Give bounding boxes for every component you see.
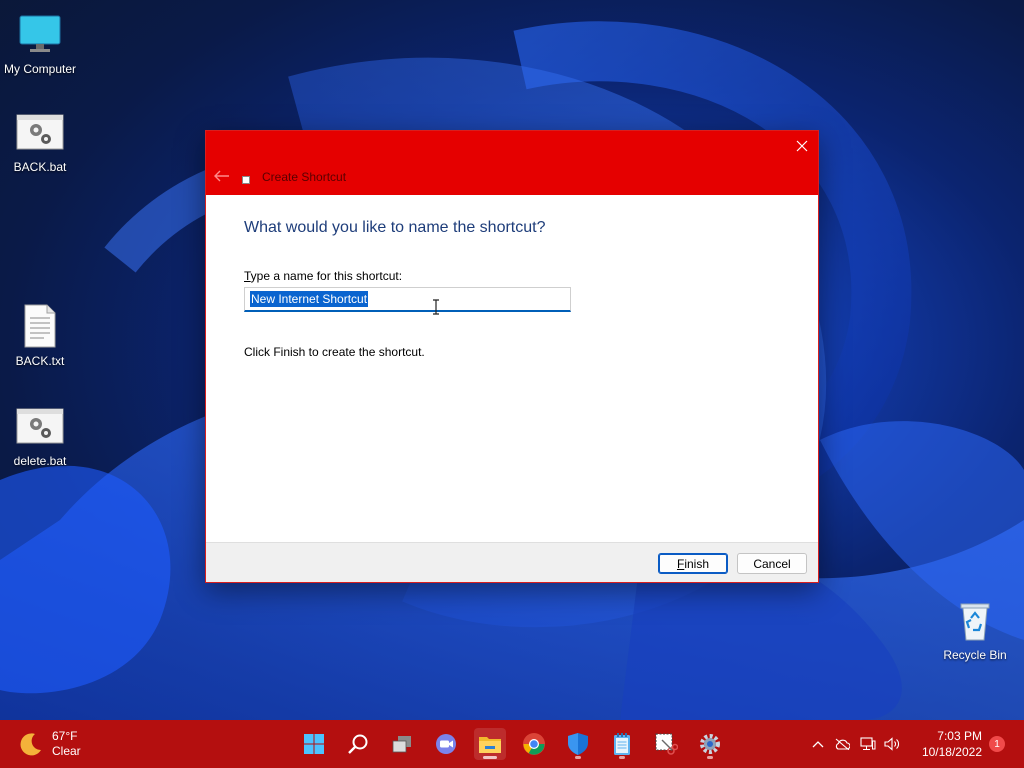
finish-button[interactable]: Finish bbox=[658, 553, 728, 574]
text-file-icon bbox=[16, 302, 64, 350]
task-view-icon bbox=[392, 736, 411, 753]
taskbar-start-button[interactable] bbox=[298, 728, 330, 760]
dialog-footer: Finish Cancel bbox=[206, 542, 818, 582]
show-hidden-icons-button[interactable] bbox=[810, 736, 826, 752]
speaker-icon bbox=[884, 737, 899, 751]
system-tray: 7:03 PM 10/18/2022 1 bbox=[804, 720, 1024, 768]
start-icon bbox=[304, 734, 324, 754]
running-indicator bbox=[707, 756, 713, 759]
dialog-heading: What would you like to name the shortcut… bbox=[244, 219, 546, 236]
close-button[interactable] bbox=[786, 131, 818, 161]
teams-chat-icon bbox=[436, 734, 456, 754]
taskbar: 67°F Clear 7:03 PM 10/18/2022 1 bbox=[0, 720, 1024, 768]
shortcut-name-label: Type a name for this shortcut: bbox=[244, 269, 402, 283]
taskbar-chat-button[interactable] bbox=[430, 728, 462, 760]
settings-icon bbox=[700, 734, 720, 754]
finish-hint: Click Finish to create the shortcut. bbox=[244, 345, 425, 359]
button-label: inish bbox=[684, 556, 710, 571]
weather-temp: 67°F bbox=[52, 729, 78, 743]
notification-badge[interactable]: 1 bbox=[989, 736, 1005, 752]
running-indicator bbox=[483, 756, 497, 759]
taskbar-file-explorer-button[interactable] bbox=[474, 728, 506, 760]
snipping-tool-icon bbox=[655, 733, 678, 755]
desktop-icon-my-computer[interactable]: My Computer bbox=[0, 10, 80, 76]
taskbar-search-button[interactable] bbox=[342, 728, 374, 760]
text-cursor-icon bbox=[432, 299, 440, 315]
weather-widget[interactable]: 67°F Clear bbox=[18, 728, 81, 760]
taskbar-notepad-button[interactable] bbox=[606, 728, 638, 760]
label-text: ype a name for this shortcut: bbox=[250, 269, 403, 283]
onedrive-tray-button[interactable] bbox=[834, 736, 850, 752]
dialog-title: Create Shortcut bbox=[262, 170, 347, 184]
running-indicator bbox=[619, 756, 625, 759]
cancel-button[interactable]: Cancel bbox=[737, 553, 807, 574]
weather-condition: Clear bbox=[52, 744, 81, 758]
taskbar-settings-button[interactable] bbox=[694, 728, 726, 760]
desktop-icon-label: BACK.txt bbox=[15, 354, 65, 368]
chevron-up-icon bbox=[812, 741, 824, 748]
batch-file-icon bbox=[16, 108, 64, 156]
running-indicator bbox=[575, 756, 581, 759]
file-explorer-icon bbox=[479, 737, 501, 753]
close-icon bbox=[796, 140, 808, 152]
taskbar-chrome-button[interactable] bbox=[518, 728, 550, 760]
selected-text: New Internet Shortcut bbox=[250, 291, 369, 307]
desktop-icon-back-txt[interactable]: BACK.txt bbox=[0, 302, 80, 368]
search-icon bbox=[348, 734, 368, 754]
desktop-icon-label: Recycle Bin bbox=[943, 648, 1007, 662]
moon-icon bbox=[20, 733, 41, 756]
back-button[interactable] bbox=[214, 169, 230, 182]
desktop-icon-label: delete.bat bbox=[13, 454, 67, 468]
clock[interactable]: 7:03 PM 10/18/2022 bbox=[922, 728, 982, 760]
desktop-icon-label: My Computer bbox=[3, 62, 77, 76]
network-icon bbox=[860, 737, 876, 750]
desktop-icon-label: BACK.bat bbox=[13, 160, 67, 174]
access-key: F bbox=[676, 556, 685, 571]
shortcut-name-input[interactable]: New Internet Shortcut bbox=[244, 287, 571, 312]
desktop-icon-delete-bat[interactable]: delete.bat bbox=[0, 402, 80, 468]
clock-time: 7:03 PM bbox=[937, 729, 982, 743]
taskbar-snipping-tool-button[interactable] bbox=[650, 728, 682, 760]
taskbar-security-button[interactable] bbox=[562, 728, 594, 760]
create-shortcut-dialog: Create Shortcut What would you like to n… bbox=[205, 130, 819, 583]
notepad-icon bbox=[614, 733, 630, 755]
desktop-icon-recycle-bin[interactable]: Recycle Bin bbox=[935, 596, 1015, 662]
access-key: T bbox=[244, 269, 251, 283]
dialog-titlebar[interactable]: Create Shortcut bbox=[206, 131, 818, 195]
shortcut-icon bbox=[242, 176, 250, 184]
taskbar-task-view-button[interactable] bbox=[386, 728, 418, 760]
batch-file-icon bbox=[16, 402, 64, 450]
volume-tray-button[interactable] bbox=[884, 736, 900, 752]
clock-date: 10/18/2022 bbox=[921, 745, 982, 759]
chrome-icon bbox=[523, 733, 545, 755]
back-arrow-icon bbox=[214, 170, 229, 182]
cloud-offline-icon bbox=[835, 738, 850, 750]
desktop-icon-back-bat[interactable]: BACK.bat bbox=[0, 108, 80, 174]
dialog-content: What would you like to name the shortcut… bbox=[206, 195, 818, 543]
network-tray-button[interactable] bbox=[860, 736, 876, 752]
monitor-icon bbox=[16, 10, 64, 58]
recycle-bin-icon bbox=[951, 596, 999, 644]
security-icon bbox=[568, 733, 588, 755]
